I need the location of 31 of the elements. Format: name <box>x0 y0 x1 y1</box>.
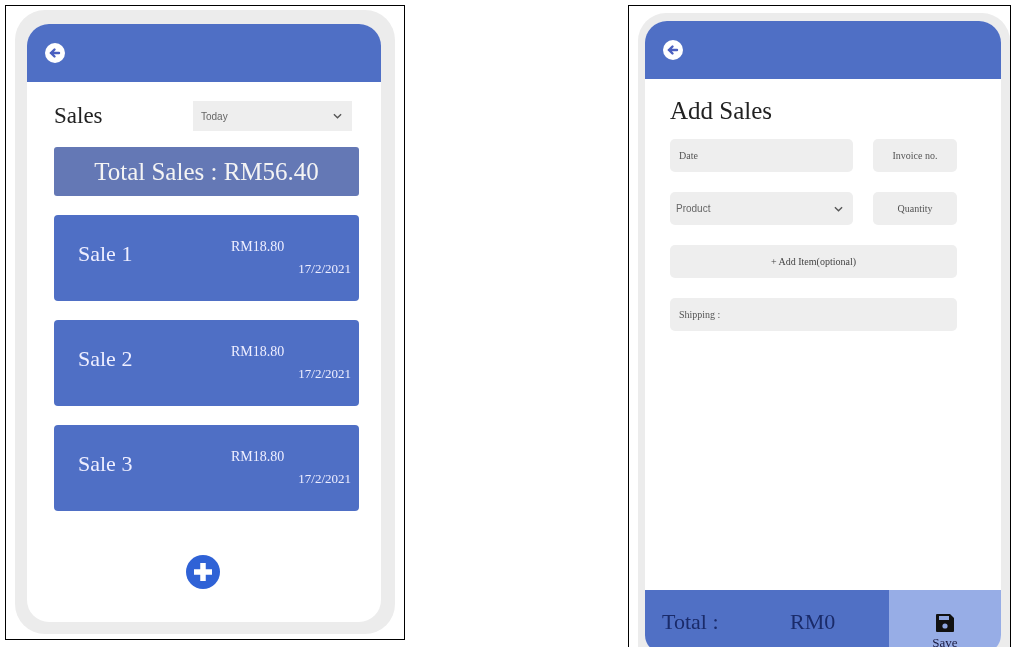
total-sales-banner: Total Sales : RM56.40 <box>54 147 359 196</box>
sale-amount: RM18.80 <box>231 449 285 465</box>
back-icon[interactable] <box>45 43 65 63</box>
sale-card[interactable]: Sale 3 RM18.80 17/2/2021 <box>54 425 359 511</box>
sale-amount: RM18.80 <box>231 239 285 255</box>
sale-date: 17/2/2021 <box>298 366 351 382</box>
add-item-button[interactable]: + Add Item(optional) <box>670 245 957 278</box>
chevron-icon <box>834 205 843 212</box>
input-field[interactable]: Date <box>670 139 853 172</box>
period-dropdown[interactable]: Today <box>193 101 352 131</box>
sale-date: 17/2/2021 <box>298 471 351 487</box>
add-icon[interactable] <box>185 554 220 589</box>
save-icon <box>935 613 955 633</box>
sale-card[interactable]: Sale 2 RM18.80 17/2/2021 <box>54 320 359 406</box>
sale-name: Sale 2 <box>78 346 133 372</box>
sale-name: Sale 1 <box>78 241 133 267</box>
page-title: Sales <box>54 103 104 129</box>
chevron-icon <box>333 113 342 119</box>
sale-name: Sale 3 <box>78 451 133 477</box>
sale-amount: RM18.80 <box>231 344 285 360</box>
sale-date: 17/2/2021 <box>298 261 351 277</box>
back-icon[interactable] <box>663 40 683 60</box>
sale-card[interactable]: Sale 1 RM18.80 17/2/2021 <box>54 215 359 301</box>
total-label: Total : <box>662 608 720 635</box>
input-field[interactable]: Shipping : <box>670 298 957 331</box>
page-title: Add Sales <box>670 97 774 125</box>
total-value: RM0 <box>790 608 836 635</box>
save-button[interactable]: Save <box>889 590 1001 647</box>
input-field[interactable]: Invoice no. <box>873 139 957 172</box>
product-dropdown[interactable]: Product <box>670 192 853 225</box>
input-field[interactable]: Quantity <box>873 192 957 225</box>
